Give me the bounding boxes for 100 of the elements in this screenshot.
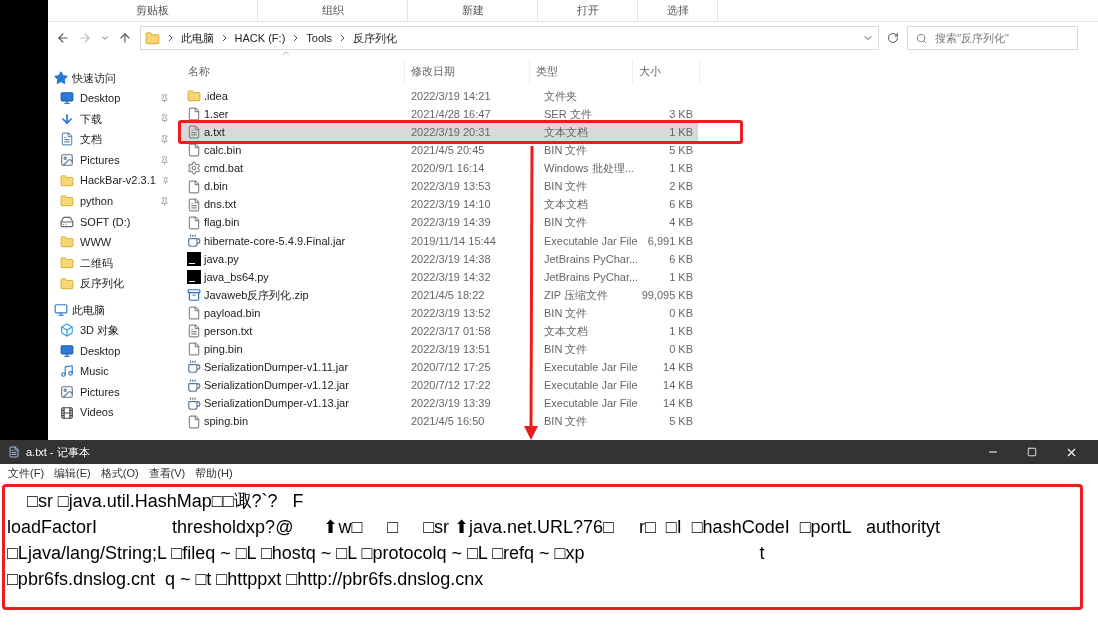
breadcrumb-item[interactable]: HACK (F:)	[234, 29, 286, 47]
ribbon-group-label: 打开	[538, 0, 638, 21]
nav-item[interactable]: 文档	[80, 131, 102, 148]
folder-icon	[60, 194, 74, 209]
file-row[interactable]: person.txt 2022/3/17 01:58 文本文档 1 KB	[180, 322, 698, 341]
date-cell-text: 2019/11/14 15:44	[410, 233, 497, 249]
file-row[interactable]: a.txt 2022/3/19 20:31 文本文档 1 KB	[180, 123, 698, 142]
monitor-icon	[60, 91, 74, 106]
file-row[interactable]: sping.bin 2021/4/5 16:50 BIN 文件 5 KB	[180, 412, 698, 431]
ribbon-group-label: 剪贴板	[48, 0, 258, 21]
nav-item[interactable]: python	[80, 193, 114, 210]
type-cell-text: BIN 文件	[543, 179, 589, 195]
size-cell-text: 5 KB	[668, 414, 693, 430]
notepad-icon	[8, 446, 20, 458]
download-icon	[60, 111, 74, 126]
nav-item[interactable]: HackBar-v2.3.1	[80, 172, 156, 189]
file-row[interactable]: .idea 2022/3/19 14:21 文件夹	[180, 87, 698, 106]
file-name: .idea	[204, 88, 228, 104]
up-button[interactable]	[117, 31, 132, 45]
file-row[interactable]: java.py 2022/3/19 14:38 JetBrains PyChar... 6 KB	[180, 249, 698, 268]
date-cell-text: 2021/4/5 16:50	[410, 414, 486, 430]
menu-item[interactable]: 文件(F)	[8, 464, 45, 482]
file-icon	[187, 414, 201, 429]
app-logo-icon	[187, 270, 201, 284]
file-row[interactable]: SerializationDumper-v1.13.jar 2022/3/19 13:39 Executable Jar File 14 KB	[180, 394, 698, 413]
nav-item[interactable]: 反序列化	[80, 275, 124, 292]
file-row[interactable]: Javaweb反序列化.zip 2021/4/5 18:22 ZIP 压缩文件 99,095 KB	[180, 286, 698, 305]
nav-item[interactable]: WWW	[80, 234, 112, 251]
column-header[interactable]: 修改日期	[405, 59, 530, 83]
file-icon	[187, 306, 201, 321]
type-cell-text: ZIP 压缩文件	[543, 287, 609, 303]
nav-item[interactable]: 下载	[80, 110, 102, 128]
window-title: a.txt - 记事本	[26, 444, 90, 460]
column-header[interactable]: 名称	[180, 59, 405, 83]
date-cell-text: 2021/4/5 20:45	[410, 143, 486, 159]
recent-locations-button[interactable]	[99, 33, 110, 43]
app-logo-icon	[187, 251, 201, 266]
type-cell-text: 文件夹	[543, 88, 578, 104]
type-cell-text: 文本文档	[543, 125, 589, 140]
file-row[interactable]: calc.bin 2021/4/5 20:45 BIN 文件 5 KB	[180, 141, 698, 160]
chevron-icon	[293, 34, 299, 42]
date-cell-text: 2022/3/19 13:52	[410, 305, 492, 321]
file-name: sping.bin	[204, 414, 249, 430]
file-name: calc.bin	[204, 143, 242, 159]
file-row[interactable]: d.bin 2022/3/19 13:53 BIN 文件 2 KB	[180, 177, 698, 196]
folder-icon	[144, 30, 160, 46]
breadcrumb-item[interactable]: 反序列化	[353, 29, 397, 47]
search-icon	[916, 32, 928, 44]
address-field[interactable]: 此电脑 HACK (F:) Tools 反序列化	[139, 26, 880, 50]
file-row[interactable]: SerializationDumper-v1.11.jar 2020/7/12 17:25 Executable Jar File 14 KB	[180, 358, 698, 377]
maximize-button[interactable]	[1027, 447, 1037, 457]
back-button[interactable]	[56, 31, 70, 45]
nav-item[interactable]: 3D 对象	[80, 322, 120, 339]
file-row[interactable]: payload.bin 2022/3/19 13:52 BIN 文件 0 KB	[180, 304, 698, 323]
breadcrumb-item[interactable]: 此电脑	[180, 29, 214, 47]
menu-item[interactable]: 格式(O)	[100, 464, 139, 482]
nav-item[interactable]: Pictures	[80, 151, 120, 169]
nav-item[interactable]: Pictures	[80, 383, 120, 401]
nav-item[interactable]: SOFT (D:)	[80, 213, 131, 231]
date-cell-text: 2021/4/28 16:47	[410, 106, 492, 122]
file-name: SerializationDumper-v1.13.jar	[204, 396, 349, 412]
file-row[interactable]: flag.bin 2022/3/19 14:39 BIN 文件 4 KB	[180, 213, 698, 232]
nav-section-label[interactable]: 此电脑	[72, 301, 105, 319]
coffee-cup-icon	[187, 233, 201, 248]
type-cell-text: BIN 文件	[543, 342, 589, 358]
ribbon-group-label: 新建	[408, 0, 538, 21]
file-row[interactable]: hibernate-core-5.4.9.Final.jar 2019/11/14 15:44 Executable Jar File 6,991 KB	[180, 231, 698, 250]
menu-item[interactable]: 帮助(H)	[195, 464, 233, 482]
file-name: cmd.bat	[204, 161, 244, 177]
file-row[interactable]: ping.bin 2022/3/19 13:51 BIN 文件 0 KB	[180, 340, 698, 359]
nav-item[interactable]: Desktop	[80, 342, 121, 360]
nav-item[interactable]: 二维码	[80, 254, 113, 272]
file-name: dns.txt	[204, 197, 237, 213]
size-cell-text: 0 KB	[668, 305, 693, 321]
size-cell-text: 0 KB	[668, 342, 693, 358]
type-cell-text: BIN 文件	[543, 414, 589, 430]
file-row[interactable]: SerializationDumper-v1.12.jar 2020/7/12 17:22 Executable Jar File 14 KB	[180, 376, 698, 395]
file-name: ping.bin	[204, 342, 243, 358]
column-header[interactable]: 大小	[633, 59, 700, 83]
file-row[interactable]: cmd.bat 2020/9/1 16:14 Windows 批处理... 1 KB	[180, 159, 698, 178]
coffee-cup-icon	[187, 360, 201, 375]
search-field[interactable]: 搜索"反序列化"	[907, 26, 1078, 50]
nav-section-label[interactable]: 快速访问	[72, 69, 116, 87]
menu-item[interactable]: 编辑(E)	[54, 464, 91, 482]
file-row[interactable]: dns.txt 2022/3/19 14:10 文本文档 6 KB	[180, 195, 698, 214]
file-row[interactable]: 1.ser 2021/4/28 16:47 SER 文件 3 KB	[180, 105, 698, 124]
refresh-button[interactable]	[887, 32, 900, 44]
nav-item[interactable]: Desktop	[80, 90, 121, 107]
breadcrumb-item[interactable]: Tools	[306, 29, 332, 47]
file-row[interactable]: java_bs64.py 2022/3/19 14:32 JetBrains PyChar... 1 KB	[180, 267, 698, 287]
size-cell-text: 2 KB	[668, 179, 693, 195]
text-line: □pbr6fs.dnslog.cnt q ~ □t □httppxt □http://pbr6fs.dnslog.cnx	[7, 568, 485, 591]
column-header[interactable]: 类型	[530, 59, 633, 83]
date-cell-text: 2022/3/19 14:21	[410, 88, 492, 104]
chevron-icon	[221, 34, 227, 42]
menu-item[interactable]: 查看(V)	[148, 464, 186, 482]
size-cell-text: 1 KB	[668, 324, 693, 339]
nav-item[interactable]: Music	[80, 363, 109, 380]
date-cell-text: 2022/3/19 14:10	[410, 197, 492, 213]
nav-item[interactable]: Videos	[80, 404, 114, 421]
